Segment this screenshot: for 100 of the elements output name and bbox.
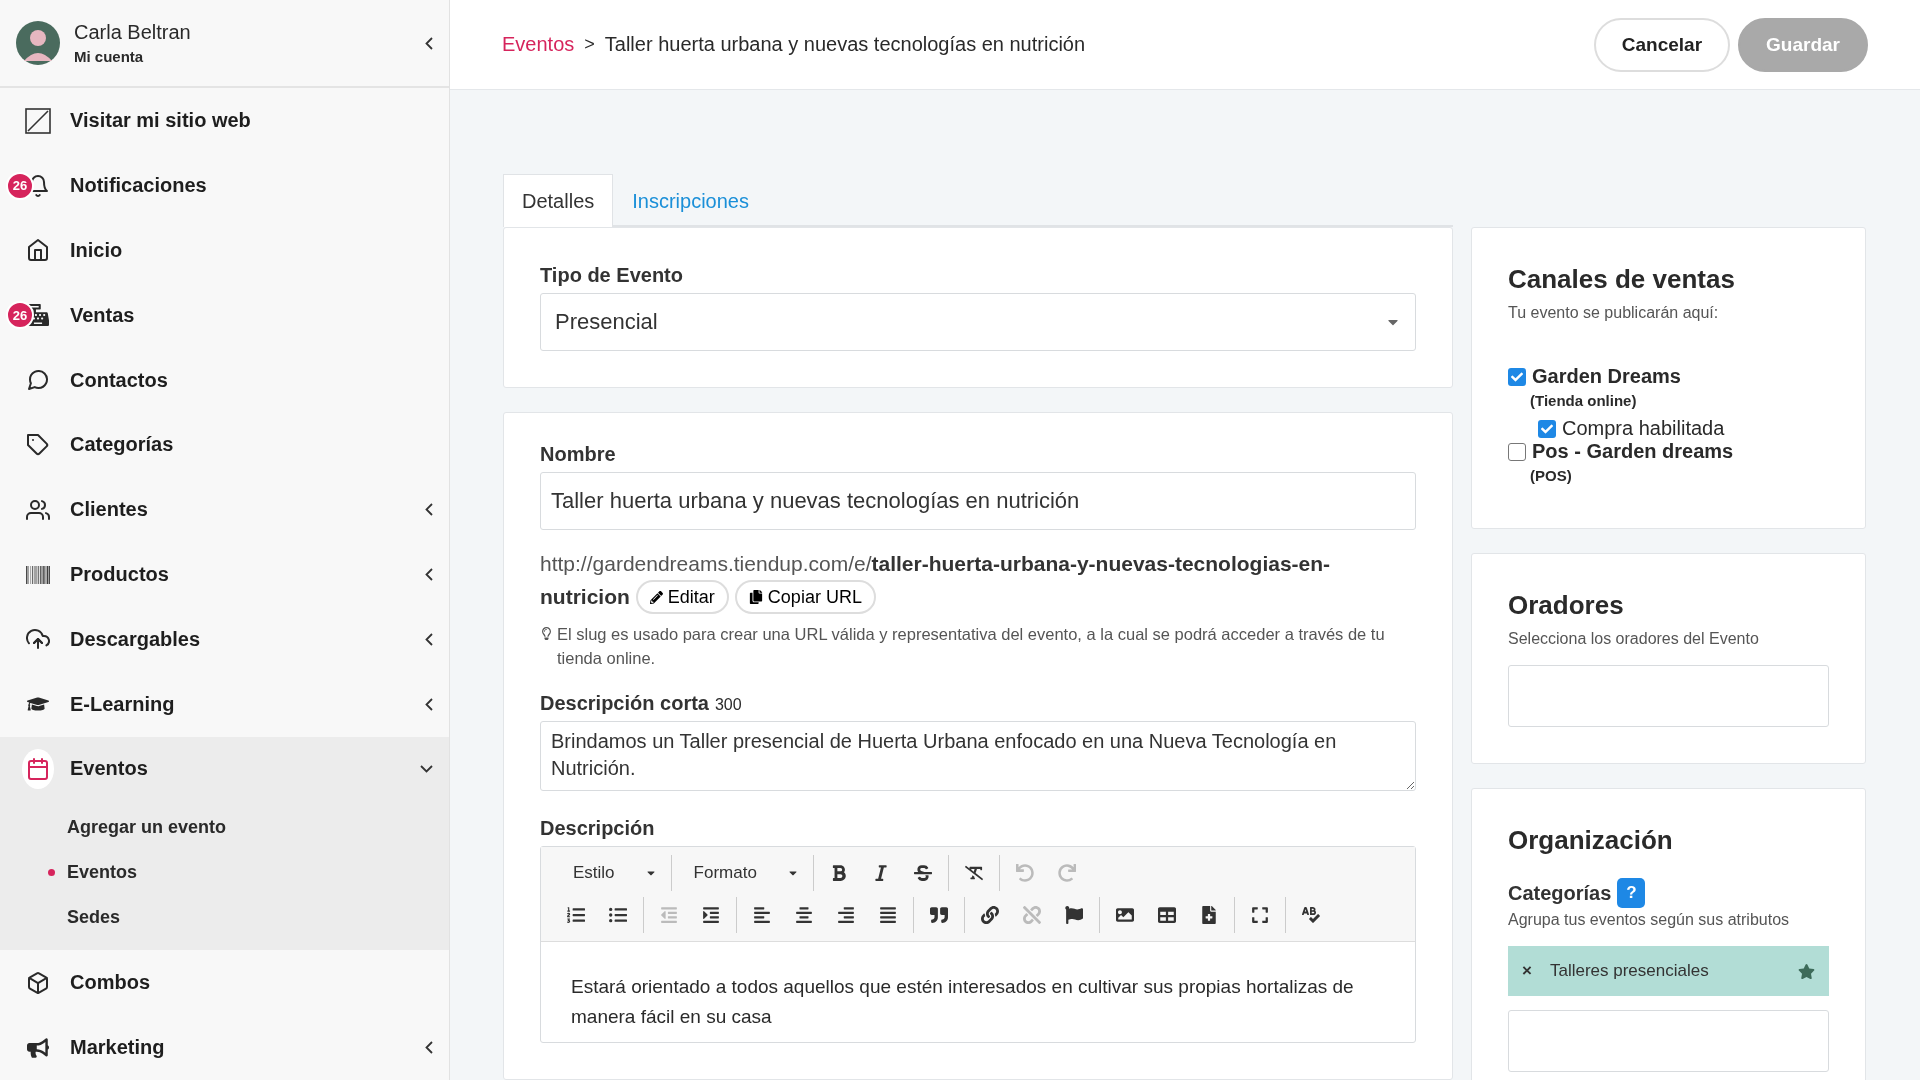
checkbox-label: Compra habilitada xyxy=(1562,417,1725,440)
remove-button[interactable]: × xyxy=(1522,961,1532,981)
sidebar-item[interactable]: Marketing xyxy=(0,1015,449,1080)
sidebar-item[interactable]: Inicio xyxy=(0,218,449,283)
field-label: Tipo de Evento xyxy=(540,264,684,287)
house-icon xyxy=(26,238,50,263)
chevron-left-icon xyxy=(425,568,433,581)
channel-type: (Tienda online) xyxy=(1530,392,1638,409)
field-label: Descripción corta xyxy=(540,692,709,715)
style-dropdown[interactable]: Estilo xyxy=(555,855,667,891)
checkbox[interactable] xyxy=(1508,367,1526,386)
chevron-left-icon xyxy=(425,1041,433,1055)
speakers-field[interactable] xyxy=(1508,665,1829,727)
undo-icon xyxy=(1015,864,1034,882)
check-icon xyxy=(1511,370,1523,383)
rich-text-editor[interactable]: Estilo Formato Estará orientado a todos aquellos que estén interesados en cultivar sus propias hortalizas de manera fácil en su casa xyxy=(540,846,1416,1043)
sidebar-item[interactable]: 26 Notificaciones xyxy=(0,153,449,219)
channel-type: (POS) xyxy=(1530,467,1573,484)
channel-name: Pos - Garden dreams xyxy=(1532,440,1734,463)
spellcheck-icon xyxy=(1302,906,1320,924)
avatar xyxy=(16,21,60,66)
collapse-icon[interactable] xyxy=(425,36,433,50)
calendar-icon xyxy=(22,748,54,789)
sidebar-item[interactable]: 26 Ventas xyxy=(0,282,449,348)
field-hint: Agrupa tus eventos según sus atributos xyxy=(1508,910,1791,930)
submenu-item[interactable]: Eventos xyxy=(67,862,138,884)
star-icon[interactable] xyxy=(1798,962,1815,980)
name-field[interactable]: Taller huerta urbana y nuevas tecnologías en nutrición xyxy=(540,472,1416,530)
people-icon xyxy=(26,497,50,522)
card-subtitle: Selecciona los oradores del Evento xyxy=(1508,629,1760,649)
redo-icon xyxy=(1057,864,1076,882)
edit-button[interactable]: Editar xyxy=(635,580,729,614)
outdent-icon xyxy=(660,906,678,924)
cancel-button[interactable]: Cancelar xyxy=(1593,17,1731,72)
field-label: Categorías xyxy=(1508,881,1612,905)
submenu-item[interactable]: Agregar un evento xyxy=(67,817,227,839)
megaphone-icon xyxy=(27,1036,49,1059)
checkbox[interactable] xyxy=(1538,419,1556,438)
sidebar-item[interactable]: Categorías xyxy=(0,412,449,478)
box-icon xyxy=(26,970,50,995)
chevron-down-icon xyxy=(420,764,433,773)
sidebar-item[interactable]: Descargables xyxy=(0,606,449,672)
clear-format-icon xyxy=(964,864,983,882)
card-title: Canales de ventas xyxy=(1508,264,1736,295)
char-counter: 300 xyxy=(714,696,742,714)
description-text: Estará orientado a todos aquellos que estén interesados en cultivar sus propias hortalizas de manera fácil en su casa xyxy=(570,975,1355,1029)
event-type-select[interactable]: Presencial xyxy=(540,293,1416,351)
event-url: nutricion xyxy=(540,584,630,610)
event-url: http://gardendreams.tiendup.com/e/taller-huerta-urbana-y-nuevas-tecnologias-en- xyxy=(540,551,1332,577)
card-title: Oradores xyxy=(1508,590,1625,621)
field-label: Nombre xyxy=(540,443,617,466)
cloud-upload-icon xyxy=(26,627,50,652)
breadcrumb-separator: > xyxy=(584,34,595,55)
checkbox[interactable] xyxy=(1508,442,1526,461)
copy-icon xyxy=(748,590,763,604)
pencil-icon xyxy=(649,590,663,604)
chevron-left-icon xyxy=(425,503,433,517)
lightbulb-icon xyxy=(540,627,553,640)
short-description-field[interactable]: Brindamos un Taller presencial de Huerta Urbana enfocado en una Nueva Tecnología en Nutrición. xyxy=(540,721,1416,791)
hint-text: El slug es usado para crear una URL válida y representativa del evento, a la cual se podrá acceder a través de tu tienda online. xyxy=(557,624,1386,669)
chevron-left-icon xyxy=(425,632,433,646)
maximize-icon xyxy=(1251,906,1269,924)
flag-icon xyxy=(1065,906,1083,924)
strikethrough-icon xyxy=(913,864,932,882)
chevron-left-icon xyxy=(425,697,433,711)
square-slash-icon xyxy=(24,106,52,135)
align-left-icon xyxy=(753,906,771,924)
sidebar-item[interactable]: Visitar mi sitio web xyxy=(0,88,449,154)
page-title: Taller huerta urbana y nuevas tecnologías en nutrición xyxy=(604,33,1086,56)
sidebar-item[interactable]: Contactos xyxy=(0,347,449,413)
submenu-item[interactable]: Sedes xyxy=(67,907,121,929)
unlink-icon xyxy=(1023,906,1041,924)
cash-register-icon xyxy=(27,304,49,327)
link-icon xyxy=(981,906,999,924)
image-icon xyxy=(1116,906,1134,924)
sidebar-item[interactable]: E-Learning xyxy=(0,671,449,737)
user-name: Carla Beltran xyxy=(74,21,192,45)
align-right-icon xyxy=(837,906,855,924)
align-justify-icon xyxy=(879,906,897,924)
breadcrumb-link[interactable]: Eventos xyxy=(502,33,575,56)
table-icon xyxy=(1158,906,1176,924)
copy-url-button[interactable]: Copiar URL xyxy=(734,580,876,614)
channel-name: Garden Dreams xyxy=(1532,365,1681,388)
count-badge: 26 xyxy=(6,301,34,330)
field-label: Descripción xyxy=(540,817,656,840)
card-subtitle: Tu evento se publicarán aquí: xyxy=(1508,303,1720,323)
sidebar-item[interactable]: Productos xyxy=(0,542,449,607)
check-icon xyxy=(1541,422,1553,435)
style-dropdown[interactable]: Formato xyxy=(675,855,809,891)
account-link[interactable]: Mi cuenta xyxy=(74,48,411,66)
align-center-icon xyxy=(795,906,813,924)
sidebar-item[interactable]: Clientes xyxy=(0,477,449,543)
speech-bubble-icon xyxy=(26,368,50,393)
quote-icon xyxy=(930,906,948,924)
sidebar-item[interactable]: Combos xyxy=(0,950,449,1016)
tab[interactable]: Detalles xyxy=(503,174,614,227)
sidebar-item[interactable]: Eventos xyxy=(0,736,449,802)
help-button[interactable]: ? xyxy=(1617,878,1646,908)
tag-label: Talleres presenciales xyxy=(1549,961,1710,981)
category-field[interactable] xyxy=(1508,1010,1829,1072)
